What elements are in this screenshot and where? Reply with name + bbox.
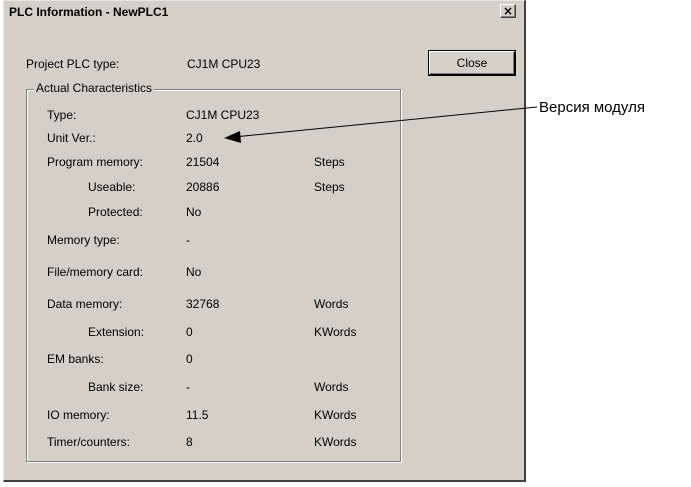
bank-size-unit: Words	[314, 380, 349, 394]
data-memory-unit: Words	[314, 297, 349, 311]
unit-version-label: Unit Ver.:	[47, 131, 96, 145]
window-title: PLC Information - NewPLC1	[9, 5, 169, 19]
close-button[interactable]: Close	[429, 51, 515, 75]
close-icon[interactable]: ×	[500, 4, 516, 18]
useable-unit: Steps	[314, 180, 345, 194]
io-memory-unit: KWords	[314, 408, 357, 422]
module-version-annotation: Версия модуля	[539, 99, 645, 116]
program-memory-value: 21504	[186, 155, 220, 169]
useable-value: 20886	[186, 180, 220, 194]
bank-size-label: Bank size:	[88, 380, 144, 394]
extension-unit: KWords	[314, 325, 357, 339]
timer-counters-label: Timer/counters:	[47, 435, 130, 449]
type-value: CJ1M CPU23	[186, 108, 260, 122]
timer-counters-value: 8	[186, 435, 193, 449]
useable-label: Useable:	[88, 180, 136, 194]
extension-value: 0	[186, 325, 193, 339]
group-legend: Actual Characteristics	[34, 81, 155, 95]
timer-counters-unit: KWords	[314, 435, 357, 449]
em-banks-value: 0	[186, 352, 193, 366]
protected-label: Protected:	[88, 205, 143, 219]
data-memory-label: Data memory:	[47, 297, 123, 311]
file-memory-card-value: No	[186, 265, 202, 279]
protected-value: No	[186, 205, 202, 219]
em-banks-label: EM banks:	[47, 352, 104, 366]
memory-type-label: Memory type:	[47, 233, 120, 247]
unit-version-value: 2.0	[186, 131, 203, 145]
extension-label: Extension:	[88, 325, 145, 339]
bank-size-value: -	[186, 380, 190, 394]
program-memory-unit: Steps	[314, 155, 345, 169]
file-memory-card-label: File/memory card:	[47, 265, 144, 279]
project-plc-type-label: Project PLC type:	[26, 57, 120, 71]
project-plc-type-value: CJ1M CPU23	[187, 57, 261, 71]
program-memory-label: Program memory:	[47, 155, 144, 169]
io-memory-label: IO memory:	[47, 408, 110, 422]
type-label: Type:	[47, 108, 77, 122]
memory-type-value: -	[186, 233, 190, 247]
title-bar: PLC Information - NewPLC1 ×	[4, 1, 524, 23]
data-memory-value: 32768	[186, 297, 220, 311]
io-memory-value: 11.5	[186, 408, 209, 422]
